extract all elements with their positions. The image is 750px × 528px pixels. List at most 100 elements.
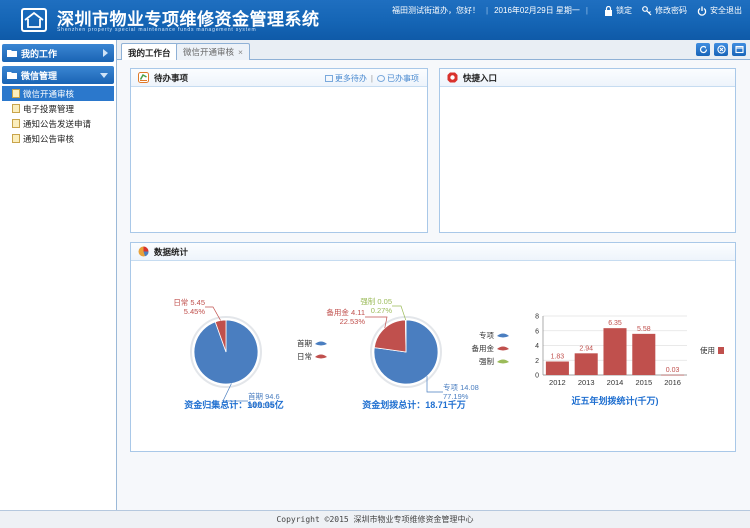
sidebar-item-label: 通知公告审核 bbox=[23, 133, 75, 144]
y-tick-label: 8 bbox=[535, 314, 539, 321]
done-items-link[interactable]: 已办事项 bbox=[387, 73, 419, 84]
pie-value-label: 备用金 4.11 bbox=[326, 307, 365, 317]
y-tick-label: 4 bbox=[535, 343, 539, 350]
pie-leader-line bbox=[365, 316, 388, 329]
sidebar-item-label: 电子投票管理 bbox=[23, 103, 75, 114]
x-tick-label: 2016 bbox=[664, 378, 681, 387]
pie-percent-label: 22.53% bbox=[340, 317, 366, 326]
more-todo-link[interactable]: 更多待办 bbox=[335, 73, 367, 84]
tab-label: 我的工作台 bbox=[128, 47, 171, 58]
x-tick-label: 2013 bbox=[578, 378, 595, 387]
greeting-text: 福田测试街道办，您好！ bbox=[392, 6, 481, 15]
lock-label: 锁定 bbox=[616, 6, 632, 15]
sidebar-item-label: 微信开通审核 bbox=[23, 88, 75, 99]
quick-entry-title: 快捷入口 bbox=[463, 72, 498, 83]
pie-value-label: 日常 5.45 bbox=[173, 298, 205, 307]
chevron-down-icon bbox=[100, 73, 108, 78]
chart-caption: 资金划拨总计：18.71千万 bbox=[362, 399, 466, 410]
refresh-button[interactable] bbox=[696, 43, 710, 56]
window-icon bbox=[734, 45, 744, 54]
sidebar-item-label: 通知公告发送申请 bbox=[23, 118, 92, 129]
y-tick-label: 6 bbox=[535, 328, 539, 335]
stats-panel: 数据统计 首期 94.6 94.55% 日常 5.45 5.45% 首期 日常 资金归集总计… bbox=[130, 242, 736, 452]
sidebar-section-wechat[interactable]: 微信管理 bbox=[2, 66, 114, 84]
pie-percent-label: 5.45% bbox=[184, 307, 206, 316]
pie-slice bbox=[373, 319, 407, 353]
sidebar-item-e-voting[interactable]: 电子投票管理 bbox=[2, 101, 114, 116]
bar-value-label: 2.94 bbox=[579, 345, 593, 352]
close-tabs-button[interactable] bbox=[714, 43, 728, 56]
date-text: 2016年02月29日 星期一 bbox=[494, 6, 580, 15]
app-subtitle: Shenzhen property special maintenance fu… bbox=[57, 27, 257, 33]
todo-icon bbox=[138, 72, 149, 83]
bar-value-label: 1.83 bbox=[551, 354, 565, 361]
chevron-right-icon bbox=[103, 49, 108, 57]
change-password-label: 修改密码 bbox=[655, 6, 687, 15]
chart-caption: 资金归集总计：100.05亿 bbox=[184, 399, 284, 410]
stats-charts: 首期 94.694.55%日常 5.455.45%首期日常资金归集总计：100.… bbox=[173, 296, 724, 410]
tab-wechat-audit[interactable]: 微信开通审核 × bbox=[176, 43, 250, 60]
power-icon bbox=[697, 6, 707, 16]
document-icon bbox=[12, 119, 20, 128]
x-tick-label: 2012 bbox=[549, 378, 566, 387]
todo-links: 更多待办 | 已办事项 bbox=[324, 73, 419, 84]
legend-swatch bbox=[315, 341, 327, 346]
document-icon bbox=[12, 134, 20, 143]
legend-label: 强制 bbox=[479, 356, 494, 366]
key-icon bbox=[642, 5, 652, 15]
refresh-icon bbox=[699, 45, 707, 54]
bar-value-label: 0.03 bbox=[666, 367, 680, 374]
sidebar: 我的工作 微信管理 微信开通审核 电子投票管理 通知公告发送申请 通知公告审核 bbox=[0, 40, 117, 510]
document-icon bbox=[12, 104, 20, 113]
pie-slice bbox=[405, 319, 407, 353]
tab-my-workbench[interactable]: 我的工作台 bbox=[121, 43, 178, 61]
quick-entry-header: 快捷入口 bbox=[440, 69, 735, 87]
quick-entry-panel: 快捷入口 bbox=[439, 68, 736, 233]
quick-entry-icon bbox=[447, 72, 458, 83]
todo-panel: 待办事项 更多待办 | 已办事项 bbox=[130, 68, 428, 233]
logout-label: 安全退出 bbox=[710, 6, 742, 15]
pie-value-label: 专项 14.08 bbox=[443, 382, 479, 392]
logo-icon bbox=[21, 8, 47, 32]
folder-icon bbox=[7, 72, 17, 79]
stats-panel-title: 数据统计 bbox=[154, 246, 189, 257]
bar bbox=[574, 353, 598, 375]
stats-panel-header: 数据统计 bbox=[131, 243, 735, 261]
sidebar-item-wechat-audit[interactable]: 微信开通审核 bbox=[2, 86, 114, 101]
y-tick-label: 0 bbox=[535, 373, 539, 380]
close-circle-icon bbox=[716, 45, 726, 54]
app-header: 深圳市物业专项维修资金管理系统 Shenzhen property specia… bbox=[0, 0, 750, 40]
sidebar-item-notice-apply[interactable]: 通知公告发送申请 bbox=[2, 116, 114, 131]
x-tick-label: 2015 bbox=[635, 378, 652, 387]
change-password-button[interactable]: 修改密码 bbox=[642, 5, 687, 16]
legend-swatch bbox=[315, 354, 327, 359]
pie-percent-label: 0.27% bbox=[371, 306, 393, 315]
workbench-content: 待办事项 更多待办 | 已办事项 快捷入口 数据统计 首期 94.6 94.55%… bbox=[117, 60, 750, 510]
y-tick-label: 2 bbox=[535, 358, 539, 365]
todo-panel-header: 待办事项 更多待办 | 已办事项 bbox=[131, 69, 427, 87]
logout-button[interactable]: 安全退出 bbox=[697, 5, 742, 16]
bar-value-label: 6.35 bbox=[608, 320, 622, 327]
tab-tools bbox=[692, 43, 746, 56]
header-user-bar: 福田测试街道办，您好！ | 2016年02月29日 星期一 | 锁定 修改密码 … bbox=[392, 5, 742, 16]
bar bbox=[661, 374, 685, 376]
bar bbox=[545, 361, 569, 375]
sidebar-section-label: 我的工作 bbox=[21, 48, 58, 59]
x-tick-label: 2014 bbox=[607, 378, 624, 387]
close-icon[interactable]: × bbox=[238, 47, 243, 57]
bar bbox=[632, 333, 656, 375]
legend-swatch bbox=[497, 333, 509, 338]
sidebar-item-notice-audit[interactable]: 通知公告审核 bbox=[2, 131, 114, 146]
done-icon bbox=[377, 75, 385, 82]
sidebar-section-label: 微信管理 bbox=[21, 70, 58, 81]
legend-label: 备用金 bbox=[472, 343, 495, 353]
bar-value-label: 5.58 bbox=[637, 326, 651, 333]
sidebar-section-my-work[interactable]: 我的工作 bbox=[2, 44, 114, 62]
bar bbox=[603, 328, 627, 375]
legend-swatch bbox=[497, 359, 509, 364]
document-icon bbox=[12, 89, 20, 98]
copyright-text: Copyright ©2015 深圳市物业专项维修资金管理中心 bbox=[276, 515, 474, 524]
todo-panel-title: 待办事项 bbox=[154, 72, 189, 83]
lock-button[interactable]: 锁定 bbox=[604, 5, 632, 16]
fullscreen-button[interactable] bbox=[732, 43, 746, 56]
